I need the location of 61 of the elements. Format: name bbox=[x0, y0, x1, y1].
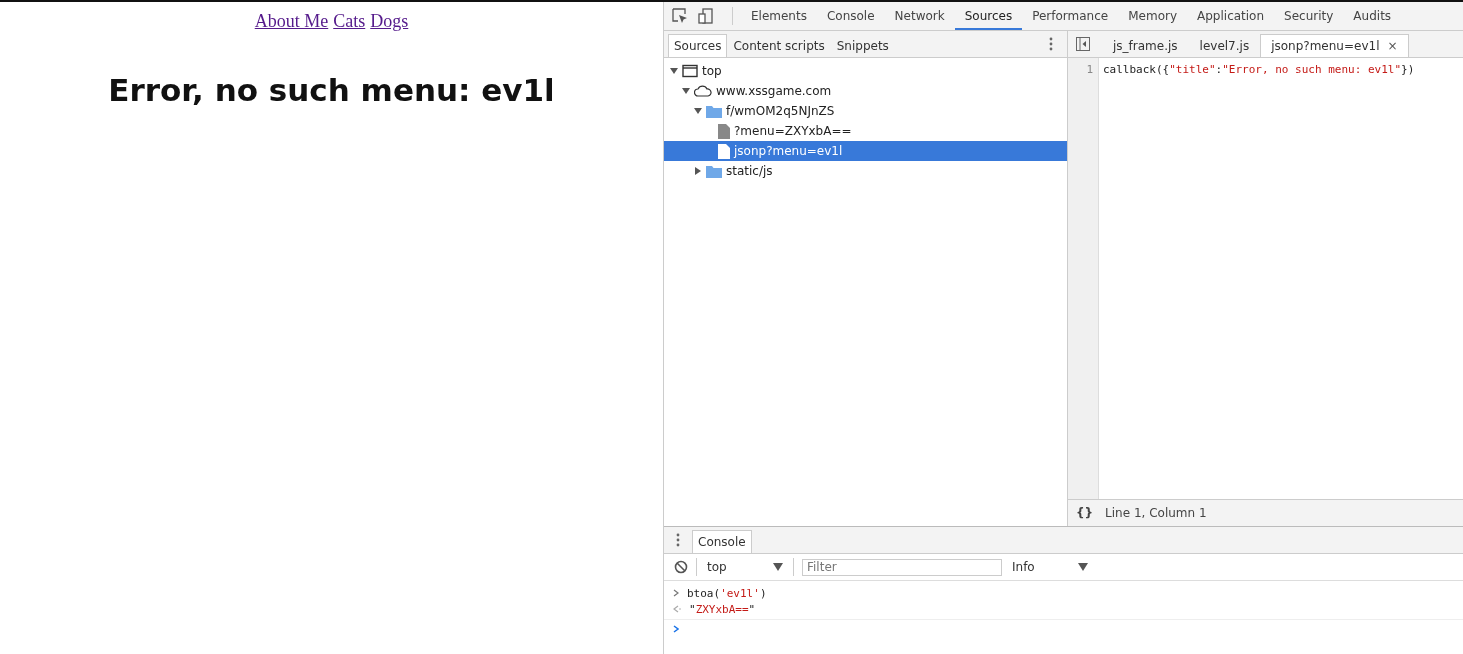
panel-tab[interactable]: Memory bbox=[1118, 2, 1187, 30]
navigator-tab[interactable]: Sources bbox=[668, 34, 728, 57]
tree-item[interactable]: f/wmOM2q5NJnZS bbox=[664, 101, 1067, 121]
console-message: "ZXYxbA==" bbox=[689, 602, 756, 616]
inspect-icon[interactable] bbox=[672, 8, 688, 24]
tree-item-label: www.xssgame.com bbox=[716, 84, 832, 98]
page-heading: Error, no such menu: ev1l bbox=[107, 72, 556, 108]
tree-item-label: f/wmOM2q5NJnZS bbox=[726, 104, 835, 118]
tree-item-label: jsonp?menu=ev1l bbox=[734, 144, 843, 158]
frame-icon bbox=[682, 64, 698, 78]
caret-icon bbox=[1078, 563, 1088, 571]
editor-tab[interactable]: jsonp?menu=ev1l × bbox=[1260, 34, 1409, 57]
editor-tab[interactable]: js_frame.js bbox=[1102, 34, 1189, 57]
prompt-icon[interactable] bbox=[673, 625, 679, 633]
nav-link[interactable]: Dogs bbox=[370, 11, 409, 32]
collapsed-arrow-icon[interactable] bbox=[694, 167, 702, 175]
panel-tab[interactable]: Security bbox=[1274, 2, 1344, 30]
result-arrow-icon bbox=[673, 605, 681, 613]
device-icon[interactable] bbox=[698, 8, 714, 24]
panel-tab[interactable]: Application bbox=[1187, 2, 1275, 30]
tree-item-label: ?menu=ZXYxbA== bbox=[734, 124, 852, 138]
nav-link[interactable]: About Me bbox=[254, 11, 329, 32]
file-icon bbox=[718, 123, 730, 139]
more-menu-icon[interactable] bbox=[676, 533, 680, 547]
expanded-arrow-icon[interactable] bbox=[682, 87, 690, 95]
filter-field[interactable]: Filter bbox=[802, 558, 1002, 576]
pretty-print-button[interactable]: {} bbox=[1076, 506, 1094, 520]
code-line: callback({"title":"Error, no such menu: ev1l"}) bbox=[1103, 62, 1415, 77]
panel-tab[interactable]: Network bbox=[884, 2, 955, 30]
tree-item-label: top bbox=[702, 64, 722, 78]
drawer-tab[interactable]: Console bbox=[692, 530, 752, 553]
panel-tab[interactable]: Console bbox=[816, 2, 885, 30]
folder-icon bbox=[706, 164, 722, 178]
input-chevron-icon bbox=[673, 589, 679, 597]
navigator-tab[interactable]: Snippets bbox=[830, 34, 895, 57]
expanded-arrow-icon[interactable] bbox=[670, 67, 678, 75]
navigator-tab[interactable]: Content scripts bbox=[727, 34, 831, 57]
level-dropdown[interactable]: Info bbox=[1010, 560, 1090, 574]
folder-icon bbox=[706, 104, 722, 118]
tree-item-label: static/js bbox=[726, 164, 773, 178]
tree-item[interactable]: ?menu=ZXYxbA== bbox=[664, 121, 1067, 141]
panel-tab[interactable]: Elements bbox=[741, 2, 817, 30]
clear-icon[interactable] bbox=[674, 560, 688, 574]
file-icon bbox=[718, 143, 730, 159]
sidebar-toggle-icon[interactable] bbox=[1076, 37, 1090, 51]
context-dropdown[interactable]: top bbox=[705, 560, 785, 574]
console-message: btoa('ev1l') bbox=[687, 586, 767, 600]
tree-item[interactable]: static/js bbox=[664, 161, 1067, 181]
panel-tab[interactable]: Performance bbox=[1022, 2, 1119, 30]
more-menu-icon[interactable] bbox=[1049, 37, 1053, 51]
panel-tab[interactable]: Audits bbox=[1343, 2, 1402, 30]
tree-item[interactable]: top bbox=[664, 61, 1067, 81]
caret-icon bbox=[773, 563, 783, 571]
editor-tab[interactable]: level7.js bbox=[1188, 34, 1261, 57]
tree-item[interactable]: www.xssgame.com bbox=[664, 81, 1067, 101]
cursor-position: Line 1, Column 1 bbox=[1105, 506, 1207, 520]
tree-item[interactable]: jsonp?menu=ev1l bbox=[664, 141, 1067, 161]
cloud-icon bbox=[694, 85, 712, 97]
line-number: 1 bbox=[1085, 62, 1094, 77]
nav-link[interactable]: Cats bbox=[333, 11, 366, 32]
expanded-arrow-icon[interactable] bbox=[694, 107, 702, 115]
